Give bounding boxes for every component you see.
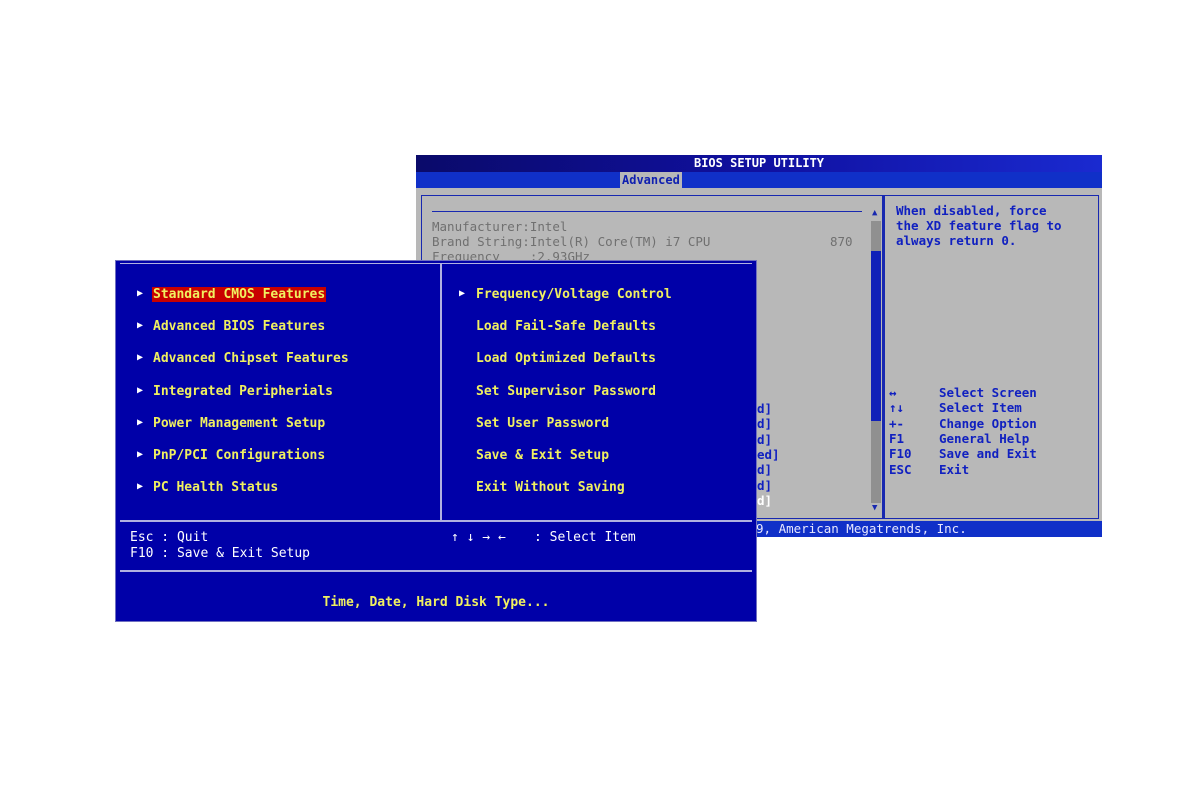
- divider: [120, 570, 752, 572]
- setting-value[interactable]: d]: [757, 493, 772, 508]
- front-bios-window: ▶ Standard CMOS Features ▶ Advanced BIOS Fe…: [115, 260, 757, 622]
- menu-item[interactable]: Standard CMOS Features: [152, 287, 327, 302]
- menu-item[interactable]: Exit Without Saving: [476, 480, 625, 495]
- column-divider: [440, 263, 442, 521]
- menu-item[interactable]: Integrated Peripherials: [152, 384, 334, 399]
- key-label: F1: [889, 430, 905, 446]
- bios-title: BIOS SETUP UTILITY: [416, 155, 1102, 172]
- scroll-thumb[interactable]: [871, 251, 881, 421]
- setting-value[interactable]: ed]: [757, 447, 780, 462]
- submenu-arrow-icon: ▶: [137, 288, 144, 299]
- menu-item[interactable]: Load Fail-Safe Defaults: [476, 319, 656, 334]
- menu-item[interactable]: Frequency/Voltage Control: [476, 287, 672, 302]
- menu-item[interactable]: PnP/PCI Configurations: [152, 448, 326, 463]
- scroll-down-icon[interactable]: ▼: [872, 503, 877, 513]
- setting-value[interactable]: d]: [757, 462, 772, 477]
- menu-item[interactable]: Advanced Chipset Features: [152, 351, 350, 366]
- help-line: When disabled, force: [896, 203, 1047, 218]
- key-action: Change Option: [939, 415, 1037, 431]
- key-action: Save and Exit: [939, 446, 1037, 462]
- submenu-arrow-icon: ▶: [137, 384, 144, 396]
- key-label: ↑↓: [889, 400, 905, 416]
- border: [120, 263, 752, 264]
- menu-item[interactable]: Power Management Setup: [152, 416, 326, 431]
- setting-value[interactable]: d]: [757, 432, 772, 447]
- key-f10-save: F10 : Save & Exit Setup: [130, 546, 311, 561]
- submenu-arrow-icon: ▶: [137, 481, 144, 493]
- info-brand: Brand String:Intel(R) Core(TM) i7 CPU: [432, 234, 711, 249]
- arrow-keys: ↑ ↓ → ←: [451, 530, 506, 545]
- key-esc-quit: Esc : Quit: [130, 530, 209, 545]
- tab-bar: Advanced: [416, 172, 1102, 188]
- help-line: the XD feature flag to: [896, 218, 1062, 233]
- select-item-hint: : Select Item: [534, 530, 636, 545]
- submenu-arrow-icon: ▶: [137, 320, 144, 332]
- scrollbar[interactable]: ▲ ▼: [870, 208, 882, 513]
- key-action: Exit: [939, 461, 970, 477]
- menu-item[interactable]: PC Health Status: [152, 480, 279, 495]
- menu-item[interactable]: Set User Password: [476, 416, 609, 431]
- submenu-arrow-icon: ▶: [137, 449, 144, 460]
- key-action: Select Item: [939, 400, 1022, 416]
- copyright-text: 9, American Megatrends, Inc.: [756, 521, 967, 536]
- tab-advanced[interactable]: Advanced: [620, 172, 682, 188]
- submenu-arrow-icon: ▶: [137, 352, 144, 364]
- info-cpu-model: 870: [830, 234, 853, 249]
- menu-item[interactable]: Save & Exit Setup: [476, 448, 609, 463]
- help-line: always return 0.: [896, 233, 1017, 248]
- submenu-arrow-icon: ▶: [137, 416, 144, 428]
- scroll-up-icon[interactable]: ▲: [872, 208, 877, 218]
- key-label: F10: [889, 446, 912, 462]
- info-manufacturer: Manufacturer:Intel: [432, 219, 568, 234]
- submenu-arrow-icon: ▶: [459, 288, 466, 299]
- key-label: ↔: [889, 385, 897, 400]
- menu-item[interactable]: Set Supervisor Password: [476, 384, 656, 399]
- setting-value[interactable]: d]: [757, 416, 772, 431]
- key-label: ESC: [889, 461, 912, 477]
- scroll-track: [871, 221, 881, 251]
- divider: [120, 520, 752, 522]
- setting-value[interactable]: d]: [757, 478, 772, 493]
- divider: [432, 211, 862, 212]
- key-action: Select Screen: [939, 385, 1037, 400]
- scroll-track: [871, 421, 881, 503]
- menu-item[interactable]: Advanced BIOS Features: [152, 319, 326, 334]
- key-label: +-: [889, 415, 905, 431]
- setting-value[interactable]: d]: [757, 401, 772, 416]
- key-action: General Help: [939, 430, 1030, 446]
- item-help-text: Time, Date, Hard Disk Type...: [322, 595, 550, 610]
- help-panel: When disabled, force the XD feature flag…: [883, 195, 1099, 519]
- menu-item[interactable]: Load Optimized Defaults: [476, 351, 656, 366]
